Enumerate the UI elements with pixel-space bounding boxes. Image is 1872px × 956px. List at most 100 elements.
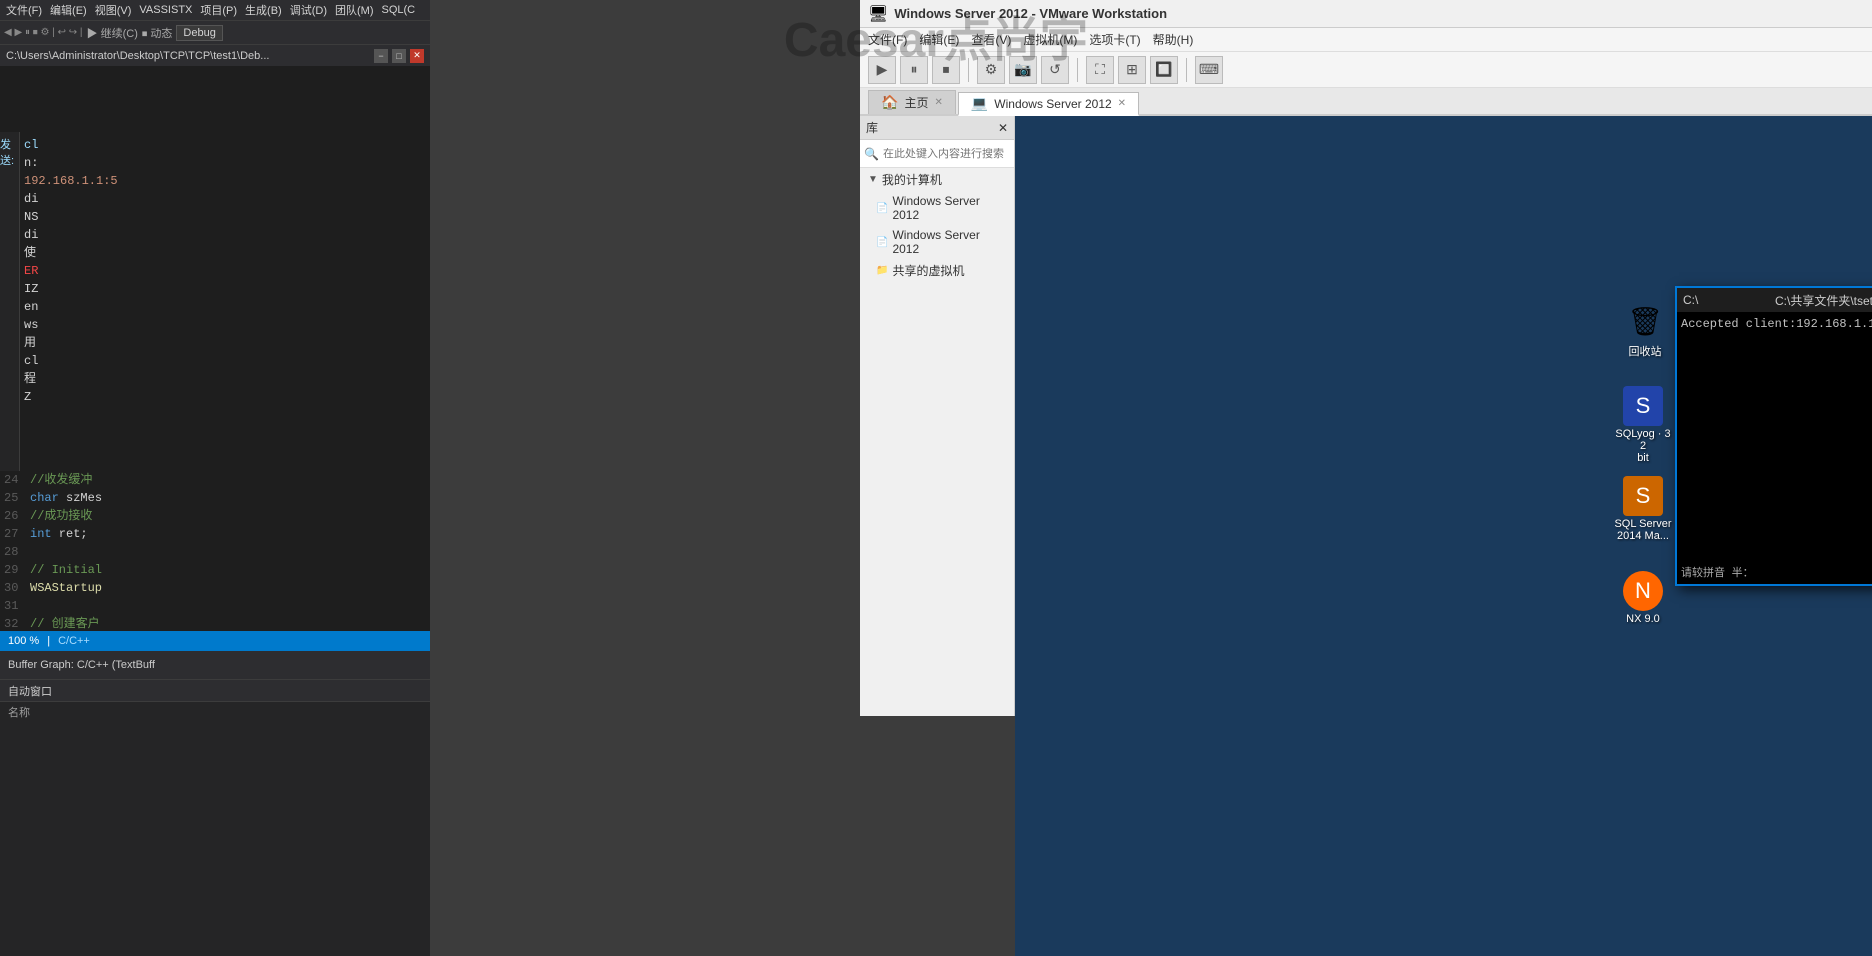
ide-code-line-12: 用	[20, 334, 430, 352]
ide-menu-view[interactable]: 视图(V)	[95, 2, 132, 18]
vmware-toolbar-unity[interactable]: ⊞	[1118, 56, 1146, 84]
desktop-icon-sqlserver[interactable]: S SQL Server2014 Ma...	[1613, 476, 1673, 542]
vmware-menu-view[interactable]: 查看(V)	[971, 31, 1011, 48]
lib-close-icon[interactable]: ✕	[998, 121, 1008, 135]
lib-tree-ws2012-2[interactable]: 📄 Windows Server 2012	[860, 225, 1014, 259]
sqlyog-label: SQLyog · 32bit	[1613, 428, 1673, 464]
cmd-window-icon: C:\	[1683, 293, 1698, 307]
vm-tab-close[interactable]: ✕	[1118, 98, 1126, 109]
ide-zoom-level: 100 %	[8, 635, 39, 647]
vmware-menu-file[interactable]: 文件(F)	[868, 31, 907, 48]
vmware-titlebar: 🖥 Windows Server 2012 - VMware Workstati…	[860, 0, 1872, 28]
ide-debug-button[interactable]: Debug	[176, 25, 222, 41]
vmware-icon: 🖥	[868, 4, 888, 24]
cmd-bottom-status: 请较拼音 半：	[1681, 564, 1754, 580]
vmware-menubar: 文件(F) 编辑(E) 查看(V) 虚拟机(M) 选项卡(T) 帮助(H)	[860, 28, 1872, 52]
vmware-area: 🖥 Windows Server 2012 - VMware Workstati…	[430, 0, 1872, 956]
vmware-toolbar-power-on[interactable]: ▶	[868, 56, 896, 84]
tree-expand-icon: ▼	[868, 174, 878, 185]
vmware-toolbar-send-ctrlaltdel[interactable]: ⌨	[1195, 56, 1223, 84]
lib-tree-ws-label-1: Windows Server 2012	[892, 194, 1006, 222]
ide-continue-btn[interactable]: ▶ 继续(C)	[87, 25, 138, 41]
ide-minimize-button[interactable]: −	[374, 49, 388, 63]
home-tab-icon: 🏠	[881, 94, 898, 111]
vmware-toolbar-sep1	[968, 58, 969, 82]
vm-tab-label: Windows Server 2012	[994, 97, 1111, 111]
sqlyog-icon: S	[1623, 386, 1663, 426]
vmware-toolbar-pause[interactable]: ⏸	[900, 56, 928, 84]
vmware-toolbar-fullscreen[interactable]: ⛶	[1086, 56, 1114, 84]
ide-window-title-bar: C:\Users\Administrator\Desktop\TCP\TCP\t…	[0, 44, 430, 66]
ide-status-sep: |	[47, 635, 50, 647]
ide-auto-window: 自动窗口 名称	[0, 679, 430, 956]
vm-tab-icon: 💻	[971, 95, 988, 112]
ide-window-path: C:\Users\Administrator\Desktop\TCP\TCP\t…	[6, 50, 269, 62]
ide-code-line-7: 使	[20, 244, 430, 262]
vmware-toolbar-snapshot[interactable]: 📷	[1009, 56, 1037, 84]
desktop-icon-recycle[interactable]: 🗑 回收站	[1615, 301, 1675, 359]
vmware-toolbar-view[interactable]: 🔲	[1150, 56, 1178, 84]
home-tab-label: 主页	[904, 94, 928, 111]
home-tab-close[interactable]: ✕	[934, 97, 942, 108]
ide-close-button[interactable]: ✕	[410, 49, 424, 63]
vmware-tab-home[interactable]: 🏠 主页 ✕	[868, 90, 956, 114]
ide-menubar: 文件(F) 编辑(E) 视图(V) VASSISTX 项目(P) 生成(B) 调…	[0, 0, 430, 20]
ide-code-line-3: 192.168.1.1:5	[20, 172, 430, 190]
ide-code-line-1: cl	[20, 136, 430, 154]
vmware-toolbar-sep3	[1186, 58, 1187, 82]
vmware-toolbar-sep2	[1077, 58, 1078, 82]
sqlserver-icon: S	[1623, 476, 1663, 516]
vmware-toolbar-stop[interactable]: ⏹	[932, 56, 960, 84]
ide-code-line-15: Z	[20, 388, 430, 406]
vmware-toolbar-settings[interactable]: ⚙	[977, 56, 1005, 84]
cmd-title-text: C:\共享文件夹\tset2.exe	[1775, 292, 1872, 309]
vmware-menu-vm[interactable]: 虚拟机(M)	[1023, 31, 1077, 48]
vmware-menu-tabs[interactable]: 选项卡(T)	[1089, 31, 1140, 48]
cmd-body: Accepted client:192.168.1.1:58003 请较拼音 半…	[1677, 312, 1872, 584]
ide-area: 文件(F) 编辑(E) 视图(V) VASSISTX 项目(P) 生成(B) 调…	[0, 0, 430, 956]
ide-stop-btn[interactable]: ⏹ 动态	[142, 25, 173, 41]
vmware-tabs-bar: 🏠 主页 ✕ 💻 Windows Server 2012 ✕	[860, 88, 1872, 116]
ide-menu-vassistx[interactable]: VASSISTX	[139, 4, 192, 16]
ide-code-line-13: cl	[20, 352, 430, 370]
lib-tree-shared-vms[interactable]: 📁 共享的虚拟机	[860, 259, 1014, 282]
ide-menu-edit[interactable]: 编辑(E)	[50, 2, 87, 18]
recycle-bin-label: 回收站	[1629, 343, 1662, 359]
vmware-tab-windows-server[interactable]: 💻 Windows Server 2012 ✕	[958, 92, 1139, 116]
ide-bottom-code-panel: 24 25 26 27 28 29 30 31 32 //收发缓冲 char s…	[0, 471, 430, 631]
ide-menu-debug[interactable]: 调试(D)	[290, 2, 327, 18]
vmware-toolbar-revert[interactable]: ↺	[1041, 56, 1069, 84]
desktop-icon-nx[interactable]: N NX 9.0	[1613, 571, 1673, 625]
ide-buffer-label: Buffer Graph: C/C++ (TextBuff	[8, 659, 155, 671]
vmware-menu-edit[interactable]: 编辑(E)	[919, 31, 959, 48]
ide-status-bar: 100 % | C/C++	[0, 631, 430, 651]
sqlserver-label: SQL Server2014 Ma...	[1614, 518, 1671, 542]
vmware-menu-help[interactable]: 帮助(H)	[1153, 31, 1194, 48]
ide-code-line-10: en	[20, 298, 430, 316]
vmware-library-panel: 库 ✕ 🔍 ▼ 我的计算机 📄 Windows Server 2012 📄 Wi…	[860, 116, 1015, 716]
ide-status-info: C/C++	[58, 635, 90, 647]
lib-tree-my-computer[interactable]: ▼ 我的计算机	[860, 168, 1014, 191]
lib-search-bar[interactable]: 🔍	[860, 140, 1014, 168]
lib-tree-label: 我的计算机	[882, 171, 942, 188]
ide-maximize-button[interactable]: □	[392, 49, 406, 63]
ide-menu-team[interactable]: 团队(M)	[335, 2, 374, 18]
cmd-window: C:\ C:\共享文件夹\tset2.exe − □ ✕ Accepted cl…	[1675, 286, 1872, 586]
cmd-titlebar: C:\ C:\共享文件夹\tset2.exe − □ ✕	[1677, 288, 1872, 312]
desktop-icon-sqlyog[interactable]: S SQLyog · 32bit	[1613, 386, 1673, 464]
ide-toolbar-icons: ◀ ▶ ⏸ ⏹ ⚙ | ↩ ↪ |	[4, 27, 83, 38]
ide-toolbar: ◀ ▶ ⏸ ⏹ ⚙ | ↩ ↪ | ▶ 继续(C) ⏹ 动态 Debug	[0, 20, 430, 44]
ide-menu-project[interactable]: 项目(P)	[200, 2, 237, 18]
ide-line-numbers: 24 25 26 27 28 29 30 31 32	[0, 471, 30, 631]
ide-buffer-graph-bar: Buffer Graph: C/C++ (TextBuff	[0, 651, 430, 679]
lib-header: 库 ✕	[860, 116, 1014, 140]
lib-tree-ws2012-1[interactable]: 📄 Windows Server 2012	[860, 191, 1014, 225]
ide-menu-sql[interactable]: SQL(C	[382, 4, 416, 16]
nx-label: NX 9.0	[1626, 613, 1660, 625]
ide-code-line-2: n:	[20, 154, 430, 172]
tree-file-icon-2: 📄	[876, 237, 888, 248]
ide-menu-build[interactable]: 生成(B)	[245, 2, 282, 18]
vm-desktop: 🗑 回收站 S SQLyog · 32bit S SQL Server2014 …	[1015, 116, 1872, 956]
ide-menu-file[interactable]: 文件(F)	[6, 2, 42, 18]
lib-search-input[interactable]	[883, 148, 1010, 160]
